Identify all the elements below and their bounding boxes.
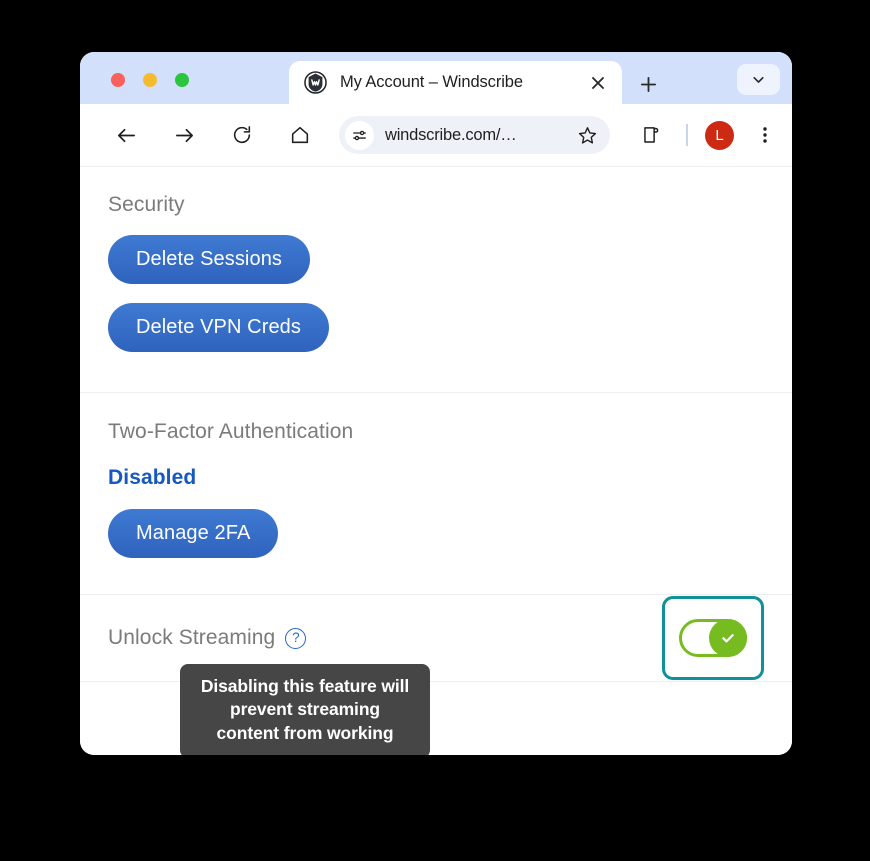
unlock-streaming-toggle[interactable] [662,596,764,680]
tab-strip: My Account – Windscribe [80,52,792,104]
browser-window: My Account – Windscribe windscribe.com/…… [80,52,792,755]
toggle-knob-checkmark-icon [709,619,747,657]
two-factor-status-badge: Disabled [108,466,197,489]
two-factor-section-title: Two-Factor Authentication [108,420,354,443]
unlock-streaming-tooltip: Disabling this feature will prevent stre… [180,664,430,755]
browser-toolbar: windscribe.com/… L [80,104,792,166]
tab-title: My Account – Windscribe [340,73,523,91]
window-close-button[interactable] [111,73,125,87]
reload-icon[interactable] [224,117,260,153]
extensions-puzzle-icon[interactable] [637,121,665,149]
new-tab-button[interactable] [635,71,661,97]
avatar[interactable]: L [705,120,734,150]
windscribe-logo-icon [304,71,327,94]
tooltip-text: Disabling this feature will prevent stre… [200,676,410,743]
page-content: Security Delete Sessions Delete VPN Cred… [80,166,792,755]
screenshot-root: My Account – Windscribe windscribe.com/…… [0,0,870,861]
toolbar-divider [686,124,688,146]
avatar-initial: L [715,126,724,144]
two-factor-section-spacer [80,558,792,594]
forward-arrow-icon[interactable] [166,117,202,153]
delete-vpn-creds-button[interactable]: Delete VPN Creds [108,303,329,352]
toggle-track [679,619,747,657]
unlock-streaming-label: Unlock Streaming [108,626,276,649]
back-arrow-icon[interactable] [108,117,144,153]
browser-tab[interactable]: My Account – Windscribe [289,61,622,104]
window-minimize-button[interactable] [143,73,157,87]
window-traffic-lights [111,73,189,87]
tab-close-button[interactable] [587,72,609,94]
address-bar[interactable]: windscribe.com/… [339,116,610,154]
three-dot-menu-icon[interactable] [752,122,778,148]
home-icon[interactable] [282,117,318,153]
window-maximize-button[interactable] [175,73,189,87]
security-section-spacer [80,352,792,392]
delete-sessions-button[interactable]: Delete Sessions [108,235,311,284]
help-question-icon[interactable]: ? [285,627,307,649]
site-settings-icon[interactable] [345,120,374,150]
unlock-streaming-label-group: Unlock Streaming ? [108,626,307,650]
star-icon[interactable] [574,122,600,148]
address-bar-url: windscribe.com/… [385,125,517,144]
security-section: Security Delete Sessions Delete VPN Cred… [80,167,792,352]
tab-search-chevron-down-icon[interactable] [737,64,780,95]
manage-2fa-button[interactable]: Manage 2FA [108,509,279,558]
security-section-title: Security [108,193,185,216]
two-factor-section: Two-Factor Authentication Disabled Manag… [80,393,792,558]
